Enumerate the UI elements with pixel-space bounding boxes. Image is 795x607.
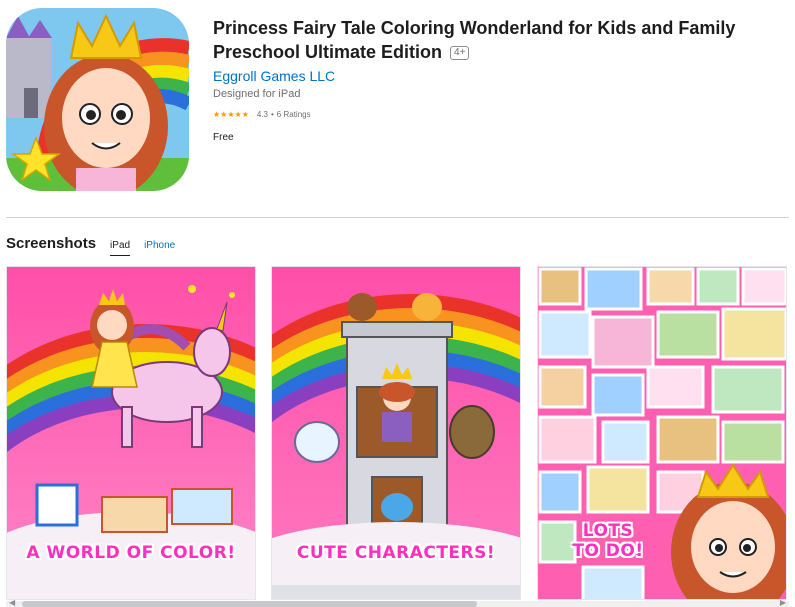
screenshots-title: Screenshots: [6, 235, 97, 252]
tab-ipad[interactable]: iPad: [110, 240, 131, 256]
scrollbar-thumb[interactable]: [22, 601, 477, 607]
price-label: Free: [213, 132, 234, 143]
screenshot-2[interactable]: CUTE CHARACTERS!: [271, 266, 521, 600]
app-header: Princess Fairy Tale Coloring Wonderland …: [213, 16, 783, 143]
designed-for-label: Designed for iPad: [213, 88, 301, 100]
screenshot-2-caption: CUTE CHARACTERS!: [296, 543, 496, 563]
screenshots-header: Screenshots iPad iPhone: [6, 235, 189, 256]
scroll-left-arrow-icon[interactable]: ◀: [9, 598, 15, 607]
app-title-text: Princess Fairy Tale Coloring Wonderland …: [213, 18, 736, 62]
rating-value: 4.3: [256, 110, 268, 119]
screenshot-3-caption: LOTS TO DO!: [538, 521, 678, 561]
tab-iphone[interactable]: iPhone: [144, 240, 175, 255]
scroll-right-arrow-icon[interactable]: ▶: [780, 598, 786, 607]
screenshots-scrollbar[interactable]: ◀ ▶: [6, 598, 789, 607]
screenshot-3-caption-line2: TO DO!: [572, 541, 644, 561]
age-rating-badge: 4+: [450, 46, 470, 60]
app-icon: [6, 8, 189, 191]
rating-separator: •: [270, 110, 274, 119]
screenshot-1[interactable]: A WORLD OF COLOR!: [6, 266, 256, 600]
developer-link[interactable]: Eggroll Games LLC: [213, 67, 783, 85]
rating-row: ★★★★★ 4.3 • 6 Ratings: [213, 110, 783, 119]
screenshot-1-caption: A WORLD OF COLOR!: [26, 543, 236, 563]
screenshot-3[interactable]: LOTS TO DO!: [537, 266, 787, 600]
rating-count: 6 Ratings: [276, 110, 311, 119]
star-rating-icon: ★★★★★: [213, 110, 249, 119]
screenshot-3-caption-line1: LOTS: [582, 521, 634, 541]
app-title: Princess Fairy Tale Coloring Wonderland …: [213, 16, 783, 64]
section-divider: [6, 217, 789, 218]
